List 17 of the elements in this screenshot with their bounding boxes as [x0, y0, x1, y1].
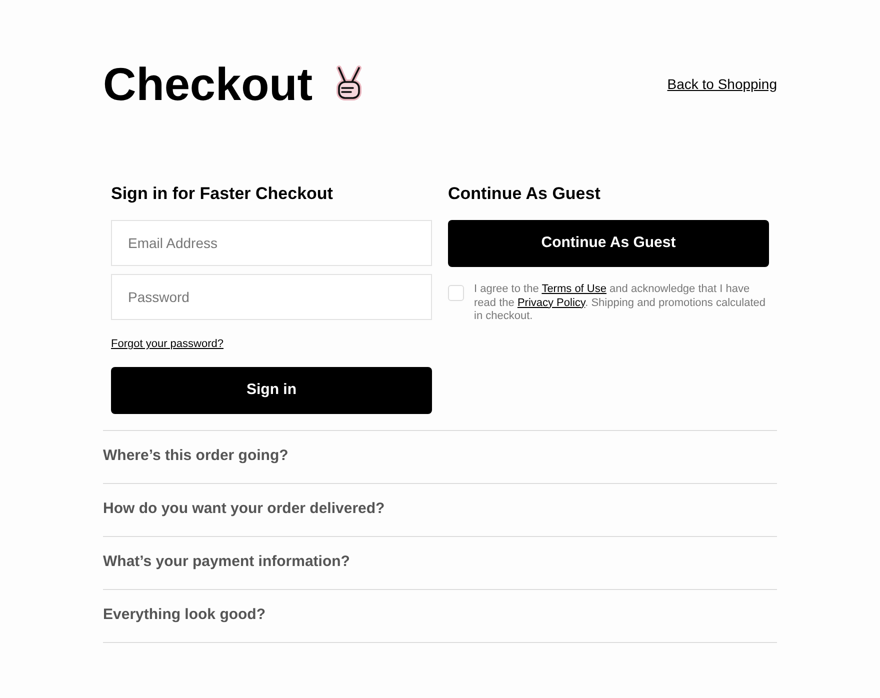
- terms-of-use-link[interactable]: Terms of Use: [542, 283, 606, 295]
- password-field[interactable]: Password: [111, 274, 432, 320]
- agree-checkbox[interactable]: [448, 285, 464, 301]
- page-title: Checkout: [103, 58, 313, 110]
- back-to-shopping-link[interactable]: Back to Shopping: [667, 74, 777, 94]
- accordion-section-header[interactable]: What’s your payment information?: [103, 536, 777, 588]
- agreement-text: I agree to the Terms of Use and acknowledge that I have read the Privacy Policy. Shipping and promotions calculated in checkout.: [474, 283, 766, 324]
- sign-in-heading: Sign in for Faster Checkout: [111, 183, 334, 205]
- email-field[interactable]: Email Address: [111, 220, 432, 266]
- forgot-password-link[interactable]: Forgot your password?: [111, 336, 224, 352]
- accordion-section-header[interactable]: Where’s this order going?: [103, 430, 777, 482]
- accordion-section-header[interactable]: Everything look good?: [103, 590, 777, 642]
- guest-heading: Continue As Guest: [448, 183, 602, 205]
- privacy-policy-link[interactable]: Privacy Policy: [517, 296, 586, 308]
- accordion-section-header[interactable]: How do you want your order delivered?: [103, 484, 777, 536]
- continue-as-guest-button[interactable]: Continue As Guest: [448, 220, 769, 267]
- sign-in-button[interactable]: Sign in: [111, 366, 432, 414]
